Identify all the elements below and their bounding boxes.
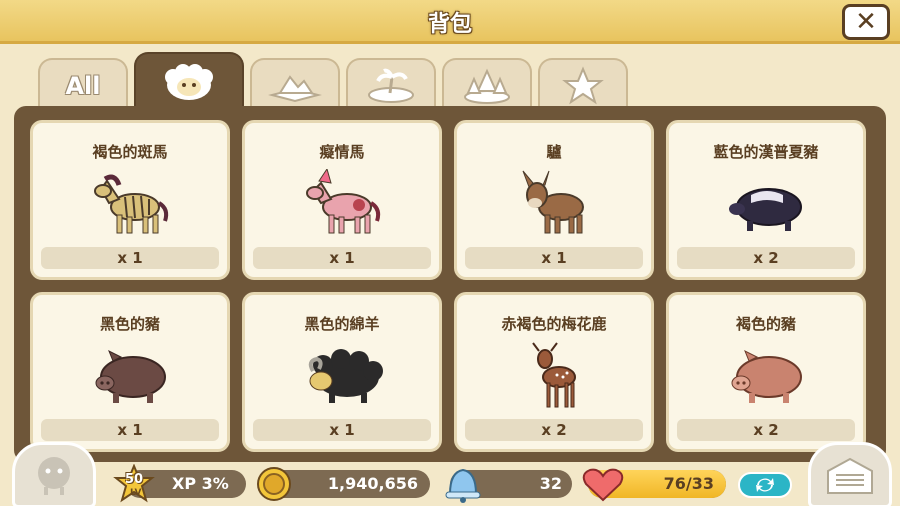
tab-land[interactable]	[250, 58, 340, 112]
tab-animals[interactable]	[134, 52, 244, 112]
item-quantity: x 2	[465, 419, 643, 441]
item-quantity: x 1	[41, 247, 219, 269]
item-quantity: x 1	[465, 247, 643, 269]
pink-horse-icon	[306, 169, 381, 234]
bell-amount: 32	[539, 474, 562, 493]
item-card[interactable]: 赤褐色的梅花鹿 x 2	[454, 292, 654, 452]
energy-text: 76/33	[663, 474, 714, 493]
heart-icon	[582, 468, 624, 502]
refresh-button[interactable]	[738, 472, 792, 498]
item-name: 赤褐色的梅花鹿	[501, 315, 607, 333]
tab-all[interactable]: All	[38, 58, 128, 112]
coin-amount: 1,940,656	[327, 474, 418, 493]
avatar-icon	[38, 457, 70, 495]
item-card[interactable]: 癡情馬 x 1	[242, 120, 442, 280]
item-name: 驢	[546, 143, 562, 161]
level-label: LV	[130, 488, 142, 498]
brown-pig-icon	[731, 349, 802, 403]
window-title: 背包	[427, 12, 472, 37]
zebra-icon	[94, 174, 169, 234]
item-name: 褐色的豬	[735, 315, 796, 333]
item-quantity: x 2	[677, 419, 855, 441]
shop-button[interactable]	[808, 442, 892, 506]
item-name: 癡情馬	[319, 143, 365, 161]
item-name: 黑色的綿羊	[304, 315, 380, 333]
land-icon	[268, 75, 322, 103]
item-card[interactable]: 褐色的豬 x 2	[666, 292, 866, 452]
inventory-panel: 褐色的斑馬 x 1 癡情馬 x 1 驢 x 1 藍色的漢普夏豬 x 2 黑色的豬…	[14, 106, 886, 462]
item-quantity: x 1	[41, 419, 219, 441]
black-pig-icon	[95, 349, 166, 403]
title-bar: 背包 ✕	[0, 0, 900, 44]
item-card[interactable]: 藍色的漢普夏豬 x 2	[666, 120, 866, 280]
close-icon: ✕	[855, 7, 877, 37]
item-card[interactable]: 驢 x 1	[454, 120, 654, 280]
tab-special[interactable]	[538, 58, 628, 112]
refresh-icon	[756, 478, 774, 492]
blue-hampshire-pig-icon	[729, 188, 802, 231]
item-name: 藍色的漢普夏豬	[713, 143, 819, 161]
item-quantity: x 2	[677, 247, 855, 269]
bell-icon	[445, 468, 481, 503]
tab-island[interactable]	[346, 58, 436, 112]
xp-text: XP 3%	[172, 474, 229, 493]
item-name: 黑色的豬	[99, 315, 160, 333]
level-number: 50	[124, 472, 144, 487]
island-icon	[368, 68, 414, 103]
item-quantity: x 1	[253, 247, 431, 269]
item-card[interactable]: 黑色的豬 x 1	[30, 292, 230, 452]
item-name: 褐色的斑馬	[92, 143, 168, 161]
shop-icon	[827, 457, 873, 494]
coin-icon	[257, 467, 291, 501]
category-tabs: All	[38, 52, 628, 112]
item-quantity: x 1	[253, 419, 431, 441]
tab-all-label: All	[65, 72, 101, 100]
item-card[interactable]: 褐色的斑馬 x 1	[30, 120, 230, 280]
donkey-icon	[522, 170, 584, 234]
avatar-button[interactable]	[12, 442, 96, 506]
item-grid: 褐色的斑馬 x 1 癡情馬 x 1 驢 x 1 藍色的漢普夏豬 x 2 黑色的豬…	[30, 120, 880, 452]
deer-icon	[532, 342, 576, 408]
tab-trees[interactable]	[442, 58, 532, 112]
trees-icon	[464, 68, 510, 104]
status-hud: XP 3% 50 LV 1,940,656 32 76/33	[0, 442, 900, 506]
close-button[interactable]: ✕	[842, 4, 890, 40]
black-sheep-icon	[308, 349, 383, 403]
item-card[interactable]: 黑色的綿羊 x 1	[242, 292, 442, 452]
star-icon	[562, 66, 604, 105]
sheep-icon	[165, 64, 213, 100]
